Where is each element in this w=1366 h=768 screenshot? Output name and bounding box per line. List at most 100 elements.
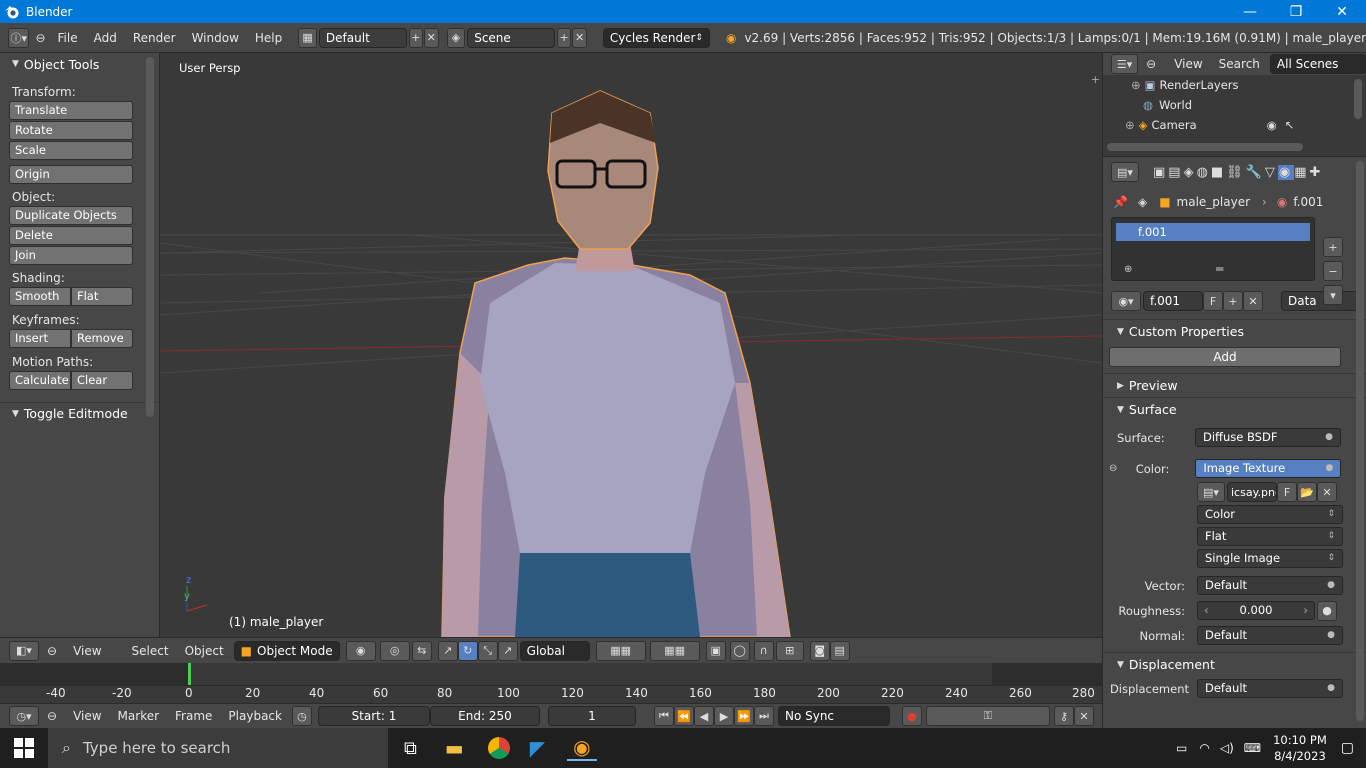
outliner-vscrollbar[interactable] <box>1354 79 1362 119</box>
collapse-menu-icon[interactable]: ⊖ <box>47 644 57 658</box>
network-icon[interactable]: ◠ <box>1199 741 1209 755</box>
layers-grid-icon[interactable]: ▦▦ <box>595 640 646 661</box>
clear-button[interactable]: Clear <box>71 371 133 390</box>
join-button[interactable]: Join <box>9 246 133 265</box>
image-fake-user-toggle[interactable]: F <box>1277 482 1297 502</box>
orientation-dropdown[interactable]: Global <box>519 640 590 661</box>
projection-dropdown[interactable]: Flat ⇕ <box>1197 526 1343 546</box>
translate-button[interactable]: Translate <box>9 101 133 120</box>
screen-layout-dropdown[interactable]: Default <box>318 27 407 48</box>
resize-handle-icon[interactable]: ═ <box>1216 262 1223 276</box>
material-browse-icon[interactable]: ◉▾ <box>1111 291 1141 311</box>
collapse-menu-icon[interactable]: ⊖ <box>47 709 57 723</box>
menu-object[interactable]: Object <box>177 644 232 658</box>
editor-type-outliner-icon[interactable]: ☰▾ <box>1111 54 1139 74</box>
decrement-arrow-icon[interactable]: ‹ <box>1204 602 1209 619</box>
menu-frame[interactable]: Frame <box>167 709 220 723</box>
remove-screen-icon[interactable]: ✕ <box>424 27 439 48</box>
smooth-button[interactable]: Smooth <box>9 287 71 306</box>
pivot-point-icon[interactable]: ◎ <box>379 640 410 661</box>
vscode-icon[interactable]: ◤ <box>530 736 545 760</box>
menu-view[interactable]: View <box>1166 57 1210 71</box>
blender-taskbar-icon[interactable]: ◉ <box>567 735 597 761</box>
origin-button[interactable]: Origin <box>9 165 133 184</box>
new-material-icon[interactable]: + <box>1223 291 1243 311</box>
outliner-item[interactable]: ⊕ ◈ Camera ◉ ↖ <box>1103 115 1366 135</box>
delete-button[interactable]: Delete <box>9 226 133 245</box>
menu-add[interactable]: Add <box>86 31 125 45</box>
layers-grid-2-icon[interactable]: ▦▦ <box>649 640 700 661</box>
add-material-slot-icon[interactable]: + <box>1323 237 1343 257</box>
outliner[interactable]: ☰▾ ⊖ View Search All Scenes ⊕ ▣ RenderLaye… <box>1103 53 1366 157</box>
menu-playback[interactable]: Playback <box>220 709 290 723</box>
surface-shader-dropdown[interactable]: Diffuse BSDF ● <box>1195 428 1341 447</box>
file-explorer-icon[interactable]: ▬ <box>445 736 464 760</box>
jump-end-icon[interactable]: ⏭ <box>753 706 774 726</box>
add-property-button[interactable]: Add <box>1109 347 1341 367</box>
rotate-button[interactable]: Rotate <box>9 121 133 140</box>
render-engine-dropdown[interactable]: Cycles Render ⇕ <box>602 27 710 48</box>
selectable-arrow-icon[interactable]: ↖ <box>1285 118 1295 132</box>
end-frame-field[interactable]: End: 250 <box>429 706 540 726</box>
material-slot-item[interactable]: f.001 <box>1116 223 1310 241</box>
duplicate-objects-button[interactable]: Duplicate Objects <box>9 206 133 225</box>
fake-user-toggle[interactable]: F <box>1203 291 1223 311</box>
minimize-button[interactable]: — <box>1227 0 1273 23</box>
material-tab-icon[interactable]: ◉ <box>1277 164 1295 180</box>
menu-search[interactable]: Search <box>1211 57 1268 71</box>
screen-layout-icon[interactable]: ▦ <box>298 27 317 48</box>
3d-viewport[interactable]: User Persp (1) male_player z y + <box>160 53 1102 637</box>
volume-icon[interactable]: ◁) <box>1220 741 1234 755</box>
preview-range-icon[interactable]: ◷ <box>291 706 312 726</box>
record-icon[interactable]: ● <box>901 706 922 726</box>
play-reverse-icon[interactable]: ◀ <box>693 706 714 726</box>
battery-icon[interactable]: ▭ <box>1176 741 1187 755</box>
jump-keyframe-forward-icon[interactable]: ⏩ <box>733 706 754 726</box>
color-space-dropdown[interactable]: Color ⇕ <box>1197 504 1343 524</box>
flat-button[interactable]: Flat <box>71 287 133 306</box>
color-input-dropdown[interactable]: Image Texture ● <box>1195 459 1342 478</box>
timeline-editor[interactable]: -40 -20 0 20 40 60 80 100 120 140 160 18… <box>0 663 1102 703</box>
increment-arrow-icon[interactable]: › <box>1303 602 1308 619</box>
viewport-shading-icon[interactable]: ◉ <box>345 640 376 661</box>
collapse-node-icon[interactable]: ⊖ <box>1109 463 1117 474</box>
play-icon[interactable]: ▶ <box>713 706 734 726</box>
context-tab-icons[interactable]: ▣▤◈◍■⛓🔧▽◉▦✚ <box>1153 164 1323 180</box>
slot-specials-icon[interactable]: ▾ <box>1323 285 1343 305</box>
link-dropdown[interactable]: Data <box>1281 291 1359 311</box>
preview-header[interactable]: ▶ Preview <box>1103 373 1366 397</box>
menu-render[interactable]: Render <box>125 31 184 45</box>
outliner-item[interactable]: ⊕ ▣ RenderLayers <box>1103 75 1366 95</box>
clock[interactable]: 10:10 PM 8/4/2023 <box>1273 732 1327 764</box>
add-screen-icon[interactable]: + <box>408 27 424 48</box>
scale-manipulator-icon[interactable]: ⤡ <box>477 640 498 661</box>
manipulator-mode-icon[interactable]: ↗ <box>497 640 518 661</box>
start-frame-field[interactable]: Start: 1 <box>317 706 430 726</box>
open-image-icon[interactable]: 📂 <box>1297 482 1317 502</box>
image-source-dropdown[interactable]: Single Image ⇕ <box>1197 548 1343 568</box>
menu-help[interactable]: Help <box>247 31 290 45</box>
snap-toggle-icon[interactable]: ∩ <box>753 640 774 661</box>
menu-select[interactable]: Select <box>124 644 177 658</box>
jump-start-icon[interactable]: ⏮ <box>653 706 674 726</box>
editor-type-info-icon[interactable]: ⓘ▾ <box>8 27 30 48</box>
image-name-field[interactable]: icsay.png <box>1227 482 1277 502</box>
roughness-field[interactable]: ‹ 0.000 › <box>1197 601 1315 620</box>
render-animation-icon[interactable]: ▤ <box>829 640 850 661</box>
notification-icon[interactable]: ▢ <box>1341 740 1354 756</box>
displacement-header[interactable]: ▼ Displacement <box>1103 652 1366 676</box>
menu-file[interactable]: File <box>50 31 86 45</box>
delete-keyframe-icon[interactable]: ✕ <box>1073 706 1094 726</box>
editor-type-3dview-icon[interactable]: ◧▾ <box>9 640 39 661</box>
image-browse-icon[interactable]: ▤▾ <box>1197 482 1225 502</box>
manipulator-toggle-icon[interactable]: ⇆ <box>411 640 432 661</box>
translate-manipulator-icon[interactable]: ↗ <box>437 640 458 661</box>
scene-dropdown[interactable]: Scene <box>467 27 555 48</box>
collapse-menu-icon[interactable]: ⊖ <box>35 31 45 45</box>
snap-element-icon[interactable]: ⊞ <box>775 640 804 661</box>
collapse-menu-icon[interactable]: ⊖ <box>1146 57 1156 71</box>
insert-keyframe-button[interactable]: Insert <box>9 329 71 348</box>
current-frame-field[interactable]: 1 <box>547 706 636 726</box>
vector-dropdown[interactable]: Default ● <box>1197 576 1343 595</box>
insert-keyframe-icon[interactable]: ⚷ <box>1053 706 1074 726</box>
